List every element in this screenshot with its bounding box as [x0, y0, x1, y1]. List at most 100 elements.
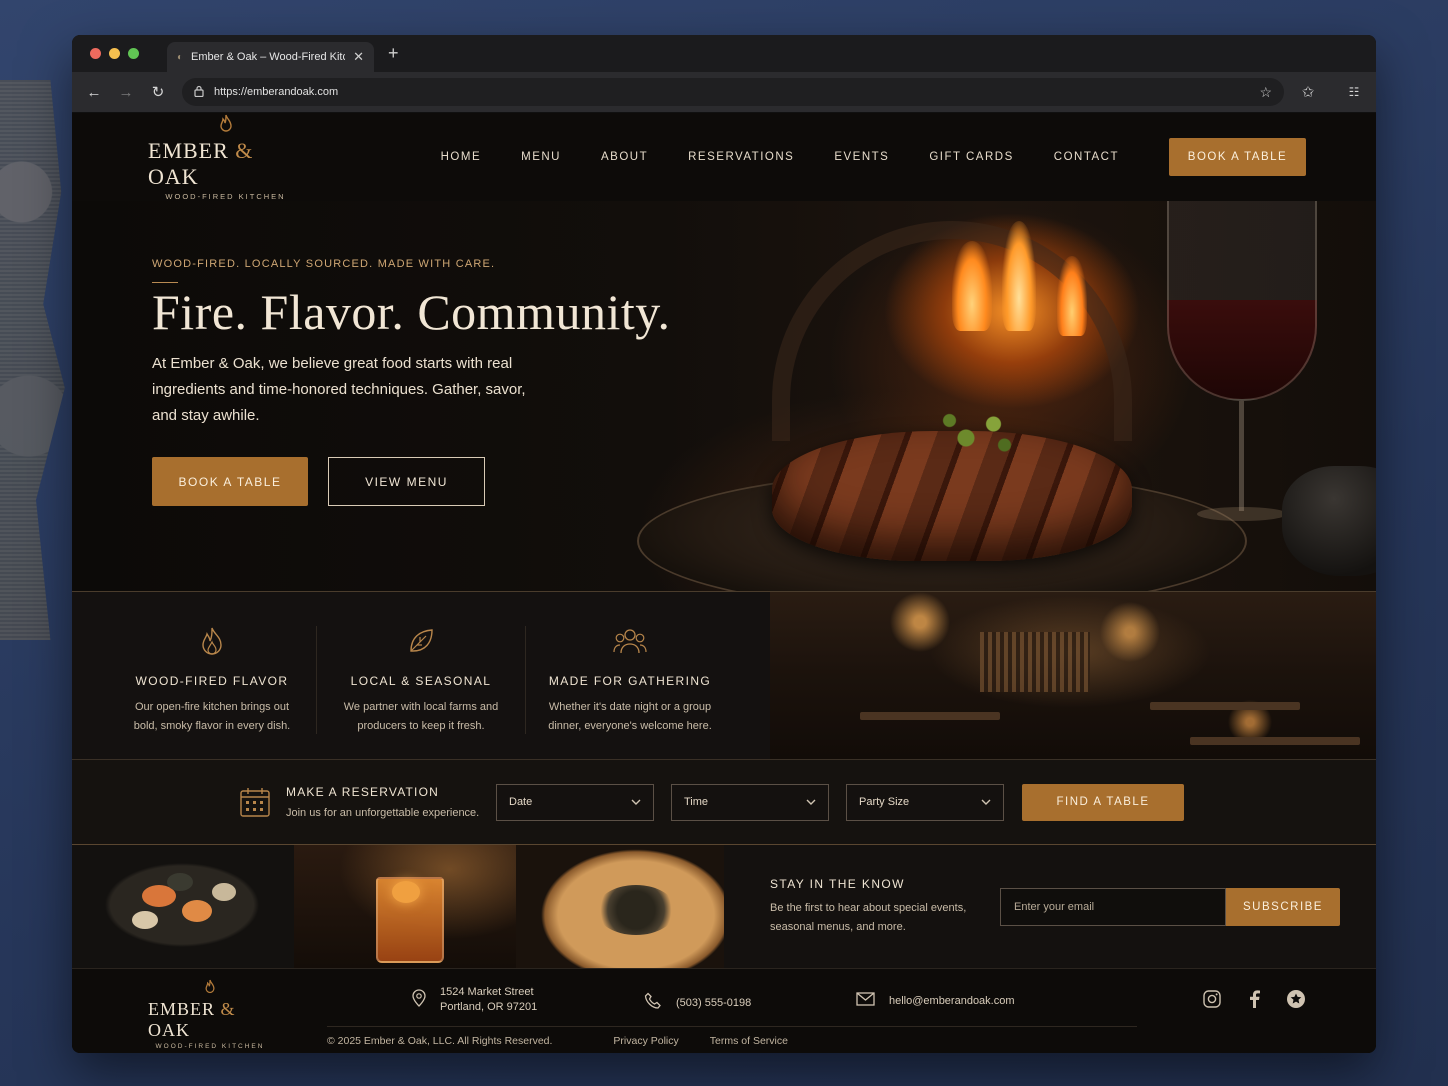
- instagram-icon[interactable]: [1202, 989, 1222, 1009]
- logo-word-2: OAK: [148, 163, 199, 189]
- calendar-icon: [238, 786, 272, 818]
- logo-ampersand: &: [220, 999, 236, 1019]
- footer-email[interactable]: hello@emberandoak.com: [856, 992, 1015, 1011]
- footer-logo-tagline: WOOD-FIRED KITCHEN: [155, 1043, 265, 1050]
- copyright-text: © 2025 Ember & Oak, LLC. All Rights Rese…: [327, 1035, 553, 1047]
- feature-text: Our open-fire kitchen brings out bold, s…: [133, 701, 291, 732]
- minimize-window-button[interactable]: [109, 48, 120, 59]
- features-list: WOOD-FIRED FLAVOR Our open-fire kitchen …: [72, 592, 770, 759]
- forward-arrow-icon[interactable]: →: [118, 84, 134, 101]
- tab-bar: ◐ Ember & Oak – Wood-Fired Kitchen ✕ +: [72, 35, 1376, 72]
- logo-wordmark: EMBER & OAK: [148, 138, 303, 190]
- party-size-select[interactable]: Party Size: [846, 783, 1004, 821]
- footer-logo[interactable]: EMBER & OAK WOOD-FIRED KITCHEN: [148, 979, 272, 1050]
- hero-eyebrow: WOOD-FIRED. LOCALLY SOURCED. MADE WITH C…: [152, 258, 496, 270]
- reload-icon[interactable]: ↻: [150, 83, 166, 101]
- bookmark-star-icon[interactable]: ☆: [1259, 84, 1272, 101]
- subscribe-button[interactable]: SUBSCRIBE: [1226, 887, 1340, 926]
- hero-fire-image-3: [1057, 256, 1087, 336]
- wine-foot: [1197, 507, 1287, 521]
- nav-home[interactable]: HOME: [441, 151, 482, 163]
- feature-text: We partner with local farms and producer…: [343, 701, 499, 732]
- logo-ampersand: &: [235, 137, 254, 163]
- url-text: https://emberandoak.com: [214, 86, 339, 98]
- browser-tab[interactable]: ◐ Ember & Oak – Wood-Fired Kitchen ✕: [167, 42, 374, 72]
- phone-icon: [644, 992, 662, 1015]
- newsletter-subtitle: Be the first to hear about special event…: [770, 901, 967, 933]
- site-header: EMBER & OAK WOOD-FIRED KITCHEN HOME MENU…: [72, 113, 1376, 201]
- chevron-down-icon: [631, 797, 641, 807]
- newsletter-form: SUBSCRIBE: [1000, 887, 1340, 926]
- footer-phone[interactable]: (503) 555-0198: [644, 992, 751, 1015]
- footer-logo-wordmark: EMBER & OAK: [148, 999, 272, 1041]
- facebook-icon[interactable]: [1244, 989, 1264, 1009]
- close-window-button[interactable]: [90, 48, 101, 59]
- extensions-icon[interactable]: ✩: [1300, 83, 1316, 101]
- view-menu-button[interactable]: VIEW MENU: [328, 457, 485, 506]
- tab-favicon-icon: ◐: [177, 51, 184, 63]
- nav-menu[interactable]: MENU: [521, 151, 561, 163]
- logo-word-1: EMBER: [148, 137, 229, 163]
- feature-title: MADE FOR GATHERING: [548, 674, 712, 688]
- hero-book-table-button[interactable]: BOOK A TABLE: [152, 457, 308, 506]
- address-bar-row: ← → ↻ https://emberandoak.com ☆ ✩ ☷: [72, 72, 1376, 113]
- leaf-icon: [333, 626, 509, 658]
- date-select[interactable]: Date: [496, 783, 654, 821]
- gallery-photo-cocktail: [294, 845, 516, 968]
- url-field[interactable]: https://emberandoak.com ☆: [182, 78, 1284, 106]
- nav-contact[interactable]: CONTACT: [1054, 151, 1119, 163]
- wine-stem: [1239, 401, 1244, 511]
- chevron-down-icon: [981, 797, 991, 807]
- hero-description: At Ember & Oak, we believe great food st…: [152, 355, 526, 424]
- logo-word-2: OAK: [148, 1020, 190, 1040]
- food-image: [132, 911, 158, 929]
- feature-wood-fired: WOOD-FIRED FLAVOR Our open-fire kitchen …: [108, 626, 317, 734]
- address-line-2: Portland, OR 97201: [440, 1001, 538, 1013]
- time-select[interactable]: Time: [671, 783, 829, 821]
- newsletter-section: STAY IN THE KNOW Be the first to hear ab…: [724, 845, 1376, 968]
- feature-gathering: MADE FOR GATHERING Whether it's date nig…: [526, 626, 734, 734]
- orange-peel-image: [392, 881, 420, 903]
- dining-room-image: [770, 592, 1376, 759]
- new-tab-icon[interactable]: +: [388, 43, 399, 64]
- mail-icon: [856, 992, 875, 1011]
- tab-close-icon[interactable]: ✕: [353, 49, 364, 65]
- terms-of-service-link[interactable]: Terms of Service: [710, 1035, 788, 1047]
- email-input[interactable]: [1000, 887, 1226, 926]
- time-select-value: Time: [684, 796, 709, 808]
- site-logo[interactable]: EMBER & OAK WOOD-FIRED KITCHEN: [148, 114, 303, 201]
- nav-about[interactable]: ABOUT: [601, 151, 648, 163]
- address-line-1: 1524 Market Street: [440, 986, 534, 998]
- privacy-policy-link[interactable]: Privacy Policy: [613, 1035, 678, 1047]
- gallery-newsletter-row: STAY IN THE KNOW Be the first to hear ab…: [72, 845, 1376, 968]
- back-arrow-icon[interactable]: ←: [86, 84, 102, 101]
- lock-icon: [194, 85, 204, 100]
- site-footer: EMBER & OAK WOOD-FIRED KITCHEN 1524 Mark…: [72, 968, 1376, 1053]
- feature-title: WOOD-FIRED FLAVOR: [135, 674, 289, 688]
- browser-window: ◐ Ember & Oak – Wood-Fired Kitchen ✕ + ←…: [72, 35, 1376, 1053]
- footer-bottom: © 2025 Ember & Oak, LLC. All Rights Rese…: [327, 1035, 788, 1047]
- address-text: 1524 Market Street Portland, OR 97201: [440, 985, 537, 1015]
- food-image: [167, 873, 193, 891]
- hero-divider: [152, 282, 178, 283]
- bar-shelf-image: [980, 632, 1090, 692]
- nav-events[interactable]: EVENTS: [834, 151, 889, 163]
- date-select-value: Date: [509, 796, 533, 808]
- browser-menu-icon[interactable]: ☷: [1346, 85, 1362, 99]
- nav-reservations[interactable]: RESERVATIONS: [688, 151, 794, 163]
- hero-fire-image-2: [1002, 221, 1036, 331]
- yelp-icon[interactable]: [1286, 989, 1306, 1009]
- hero-title: Fire. Flavor. Community.: [152, 284, 671, 340]
- reservation-title: MAKE A RESERVATION: [286, 785, 439, 799]
- hero-section: WOOD-FIRED. LOCALLY SOURCED. MADE WITH C…: [72, 201, 1376, 591]
- reservation-subtitle: Join us for an unforgettable experience.: [286, 807, 480, 819]
- header-book-table-button[interactable]: BOOK A TABLE: [1169, 138, 1306, 176]
- nav-gift-cards[interactable]: GIFT CARDS: [929, 151, 1013, 163]
- maximize-window-button[interactable]: [128, 48, 139, 59]
- pizza-topping-image: [596, 885, 676, 935]
- hero-pot-image: [1282, 466, 1376, 576]
- footer-divider: [327, 1026, 1137, 1027]
- group-icon: [542, 626, 718, 658]
- find-table-button[interactable]: FIND A TABLE: [1022, 783, 1184, 821]
- hero-buttons: BOOK A TABLE VIEW MENU: [152, 457, 752, 506]
